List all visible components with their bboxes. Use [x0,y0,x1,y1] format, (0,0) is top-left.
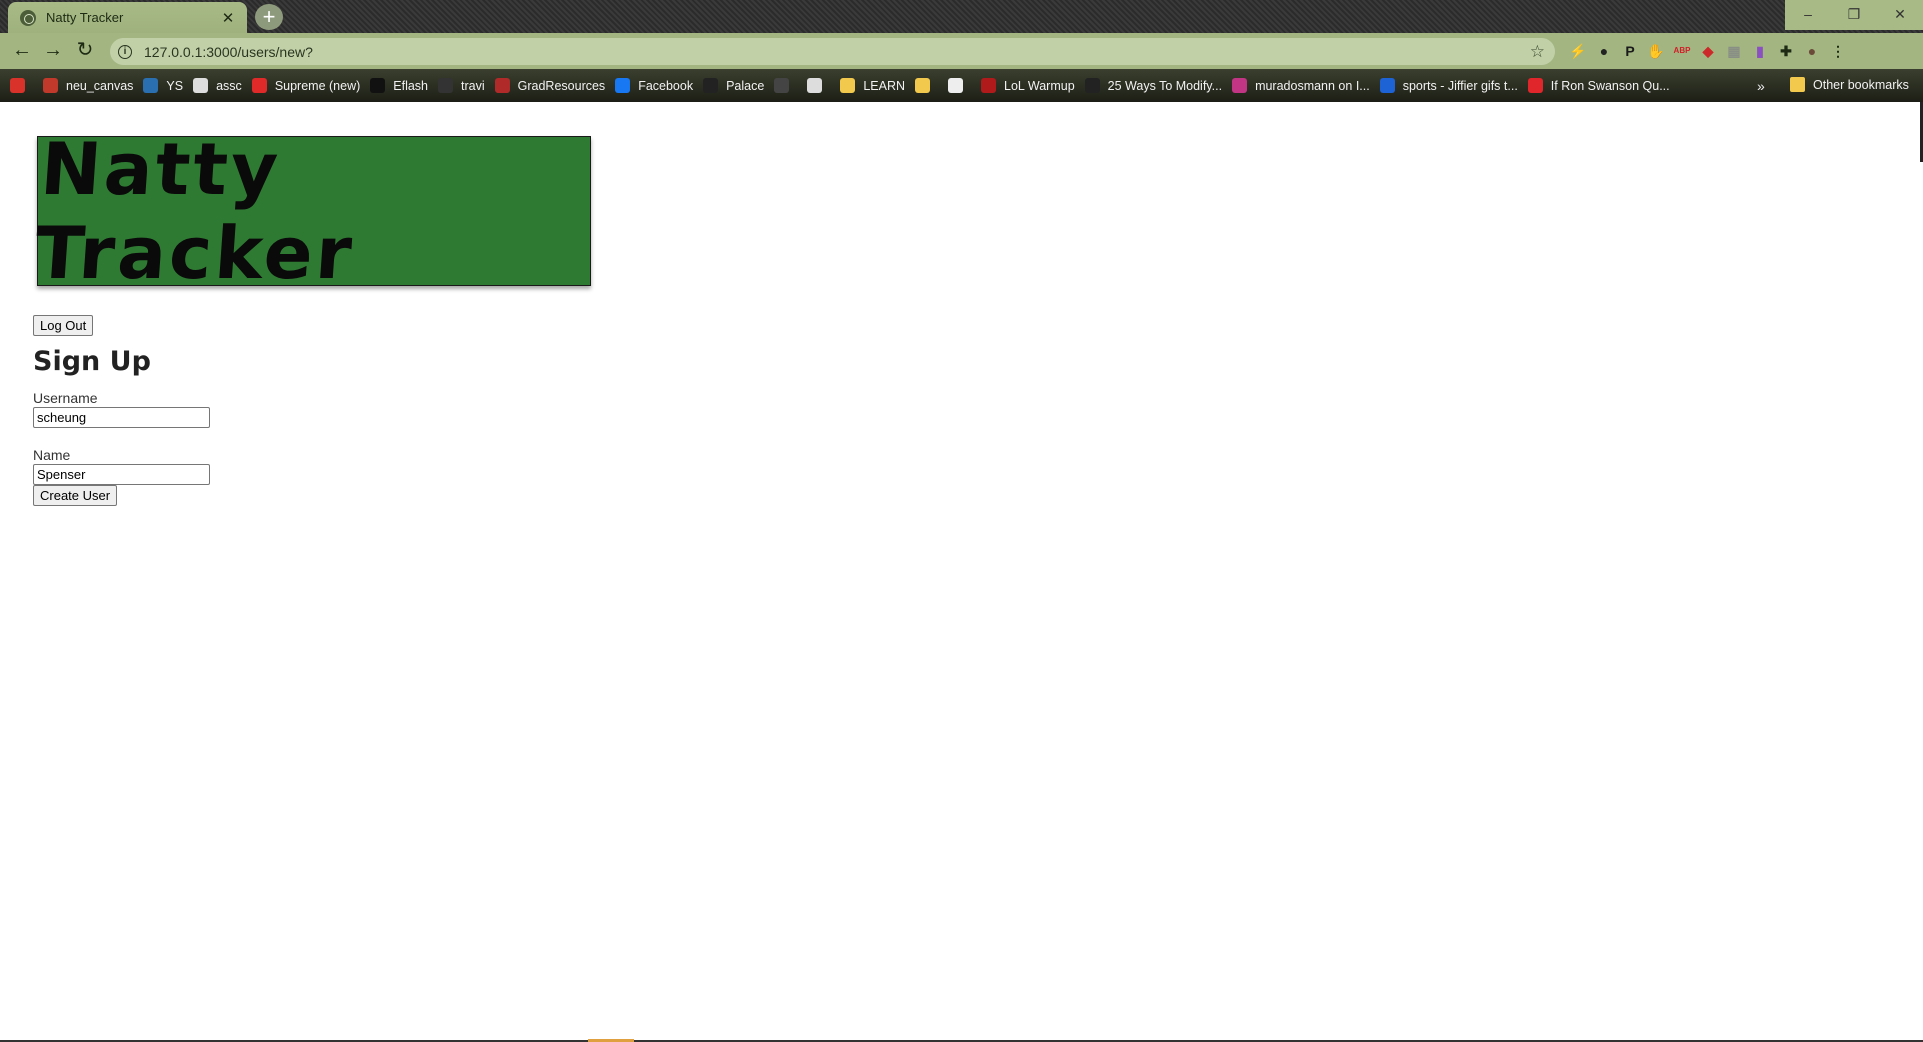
bookmark-item[interactable]: sports - Jiffier gifs t... [1379,78,1518,93]
bookmark-favicon-icon [438,78,454,93]
bookmark-favicon-icon [1084,78,1100,93]
bookmark-item[interactable]: Eflash [370,78,428,93]
bookmark-favicon-icon [840,78,856,93]
bookmark-favicon-icon [1527,78,1543,93]
red-extension-icon[interactable]: ◆ [1699,42,1717,60]
bookmark-label: muradosmann on I... [1255,78,1370,93]
globe-icon [20,9,36,26]
bookmark-label: travi [461,78,485,93]
folder-icon [1790,77,1805,92]
bomb-extension-icon[interactable]: ● [1595,42,1613,60]
bookmark-favicon-icon [807,78,823,93]
bookmark-label: neu_canvas [66,78,134,93]
bookmark-item[interactable] [10,78,33,93]
address-bar[interactable]: i 127.0.0.1:3000/users/new? ☆ [110,38,1555,65]
bookmark-label: Eflash [393,78,429,93]
bookmark-favicon-icon [43,78,58,93]
bookmark-favicon-icon [615,78,631,93]
tab-title: Natty Tracker [46,10,124,25]
name-field[interactable] [33,464,210,485]
bookmark-item[interactable]: travi [438,78,485,93]
bookmark-item[interactable]: Facebook [615,78,693,93]
restore-button[interactable]: ❐ [1831,0,1877,30]
adblock-extension-icon[interactable]: ABP [1673,42,1691,60]
bookmark-item[interactable] [948,78,971,93]
reload-icon[interactable]: ↻ [71,37,99,65]
bookmark-favicon-icon [948,78,964,93]
bolt-extension-icon[interactable]: ⚡ [1569,42,1587,60]
name-label: Name [33,447,71,463]
bookmark-label: LoL Warmup [1004,78,1075,93]
bookmark-item[interactable]: muradosmann on I... [1232,78,1370,93]
bookmark-favicon-icon [981,78,997,93]
forward-icon[interactable]: → [39,37,67,65]
puzzle-extension-icon[interactable]: ✚ [1777,42,1795,60]
bookmark-favicon-icon [193,78,209,93]
bookmark-item[interactable]: neu_canvas [43,78,133,93]
bookmark-favicon-icon [10,78,25,93]
bookmark-item[interactable]: LEARN [840,78,905,93]
bookmark-favicon-icon [1379,78,1395,93]
browser-toolbar: ← → ↻ i 127.0.0.1:3000/users/new? ☆ ⚡ ● P ✋… [0,33,1923,69]
menu-dots-icon[interactable]: ⋮ [1829,42,1847,60]
hand-extension-icon[interactable]: ✋ [1647,42,1665,60]
bookmark-item[interactable]: assc [193,78,242,93]
bookmark-favicon-icon [251,78,267,93]
bookmark-label: Supreme (new) [274,78,361,93]
bookmark-favicon-icon [774,78,790,93]
bookmark-item[interactable]: YS [143,78,183,93]
banner-title: Natty Tracker [32,127,358,295]
bookmark-item[interactable]: GradResources [494,78,606,93]
profile-avatar-icon[interactable]: ● [1803,42,1821,60]
bookmarks-overflow-icon[interactable]: » [1757,78,1765,94]
bookmark-item[interactable] [807,78,830,93]
new-tab-button[interactable]: + [255,4,283,30]
bookmark-item[interactable] [774,78,797,93]
bookmark-label: assc [216,78,242,93]
bookmark-star-icon[interactable]: ☆ [1530,42,1545,62]
browser-tab[interactable]: Natty Tracker ✕ [8,2,247,33]
bookmark-item[interactable] [915,78,938,93]
username-field[interactable] [33,407,210,428]
bookmark-favicon-icon [494,78,510,93]
bookmark-item[interactable]: LoL Warmup [981,78,1075,93]
p-extension-icon[interactable]: P [1621,42,1639,60]
tab-close-icon[interactable]: ✕ [217,9,239,27]
page-title: Sign Up [33,346,151,377]
close-window-button[interactable]: ✕ [1877,0,1923,30]
username-label: Username [33,390,98,406]
other-bookmarks[interactable]: Other bookmarks [1790,77,1909,92]
grey-extension-icon[interactable]: ▦ [1725,42,1743,60]
bookmarks-bar: neu_canvas YS assc Supreme (new) Eflash travi… [0,69,1923,102]
bookmark-label: If Ron Swanson Qu... [1550,78,1670,93]
bookmark-favicon-icon [703,78,719,93]
bookmark-favicon-icon [1232,78,1248,93]
url-text[interactable]: 127.0.0.1:3000/users/new? [144,44,1530,60]
purple-extension-icon[interactable]: ▮ [1751,42,1769,60]
tab-strip: Natty Tracker ✕ + – ❐ ✕ [0,0,1923,33]
header-banner: Natty Tracker [32,127,591,295]
bookmark-label: 25 Ways To Modify... [1107,78,1223,93]
bookmark-item[interactable]: 25 Ways To Modify... [1084,78,1223,93]
bookmark-favicon-icon [370,78,386,93]
bookmark-favicon-icon [915,78,931,93]
bookmark-label: Facebook [638,78,694,93]
bookmark-label: LEARN [863,78,906,93]
minimize-button[interactable]: – [1785,0,1831,30]
bookmark-favicon-icon [143,78,159,93]
other-bookmarks-label: Other bookmarks [1813,77,1909,92]
bookmark-label: sports - Jiffier gifs t... [1402,78,1518,93]
bookmark-item[interactable]: Supreme (new) [251,78,361,93]
page-content: Natty Tracker Log Out Sign Up Username N… [0,102,1923,1042]
bookmark-item[interactable]: If Ron Swanson Qu... [1527,78,1670,93]
create-user-button[interactable]: Create User [33,485,118,506]
back-icon[interactable]: ← [8,37,36,65]
bookmark-label: Palace [726,78,765,93]
log-out-button[interactable]: Log Out [33,315,94,336]
bookmark-label: GradResources [517,78,606,93]
bookmark-item[interactable]: Palace [703,78,764,93]
site-info-icon[interactable]: i [118,44,132,59]
bookmark-label: YS [166,78,184,93]
